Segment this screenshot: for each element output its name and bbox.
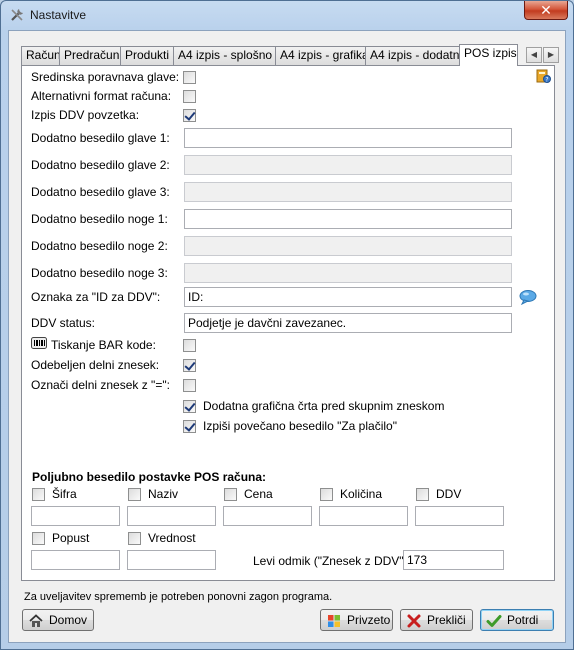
vat-summary-label: Izpis DDV povzetka: [31,108,140,122]
tab-racun[interactable]: Račun [21,46,61,65]
header3-input[interactable] [184,182,512,202]
footer1-input[interactable] [184,209,512,229]
title-bar[interactable]: Nastavitve ✕ [1,1,573,29]
field-sifra-checkbox[interactable] [32,488,45,501]
field-ddv-checkbox[interactable] [416,488,429,501]
footer3-label: Dodatno besedilo noge 3: [31,266,168,280]
bold-partial-checkbox[interactable] [183,359,196,372]
alt-format-checkbox[interactable] [183,90,196,103]
header3-label: Dodatno besedilo glave 3: [31,185,170,199]
vat-status-input[interactable]: Podjetje je davčni zavezanec. [184,313,512,333]
field-naziv-input[interactable] [127,506,216,526]
speech-bubble-icon[interactable] [519,289,537,305]
tab-pos-izpis[interactable]: POS izpis [459,44,518,66]
field-naziv-checkbox[interactable] [128,488,141,501]
footer2-label: Dodatno besedilo noge 2: [31,239,168,253]
footer1-label: Dodatno besedilo noge 1: [31,212,168,226]
field-cena-input[interactable] [223,506,312,526]
header2-label: Dodatno besedilo glave 2: [31,158,170,172]
bold-partial-label: Odebeljen delni znesek: [31,358,160,372]
field-sifra-input[interactable] [31,506,120,526]
graphic-line-checkbox[interactable] [183,400,196,413]
tab-strip: Račun Predračun Produkti A4 izpis - splo… [21,44,561,66]
defaults-button[interactable]: Privzeto [320,609,393,631]
field-popust-input[interactable] [31,550,120,570]
footer3-input[interactable] [184,263,512,283]
field-kolicina-label: Količina [340,487,383,501]
vat-id-label: Oznaka za "ID za DDV": [31,290,161,304]
restart-note: Za uveljavitev sprememb je potreben pono… [24,591,333,603]
tab-predracun[interactable]: Predračun [59,46,121,65]
field-cena-checkbox[interactable] [224,488,237,501]
cancel-button[interactable]: Prekliči [400,609,473,631]
field-vrednost-checkbox[interactable] [128,532,141,545]
close-button[interactable]: ✕ [524,1,568,20]
graphic-line-label: Dodatna grafična črta pred skupnim znesk… [203,399,445,413]
checkmark-icon [486,615,502,627]
svg-text:?: ? [545,77,548,84]
field-sifra-label: Šifra [52,487,77,501]
field-vrednost-label: Vrednost [148,531,196,545]
field-cena-label: Cena [244,487,273,501]
tab-a4-grafika[interactable]: A4 izpis - grafika [275,46,369,65]
enlarged-pay-label: Izpiši povečano besedilo "Za plačilo" [203,419,397,433]
tab-a4-splosno[interactable]: A4 izpis - splošno [173,46,276,65]
window-title: Nastavitve [30,8,87,22]
home-button[interactable]: Domov [22,609,94,631]
windows-logo-icon [328,615,340,627]
left-offset-label: Levi odmik ("Znesek z DDV"): [253,554,411,568]
tab-scroll-right-icon[interactable]: ▶ [543,47,559,63]
settings-window: Nastavitve ✕ Račun Predračun Produkti A4… [0,0,574,650]
help-book-icon[interactable]: ? [535,68,551,84]
center-header-checkbox[interactable] [183,71,196,84]
field-ddv-input[interactable] [415,506,504,526]
vat-summary-checkbox[interactable] [183,109,196,122]
field-popust-checkbox[interactable] [32,532,45,545]
field-kolicina-checkbox[interactable] [320,488,333,501]
home-icon [29,614,43,627]
enlarged-pay-checkbox[interactable] [183,420,196,433]
vat-status-label: DDV status: [31,316,96,330]
dialog-body: Račun Predračun Produkti A4 izpis - splo… [8,30,566,643]
field-kolicina-input[interactable] [319,506,408,526]
pos-settings-panel: ? Sredinska poravnava glave: Alternativn… [21,65,555,581]
mark-partial-checkbox[interactable] [183,379,196,392]
tools-icon [11,9,23,21]
left-offset-input[interactable]: 173 [403,550,504,570]
mark-partial-label: Označi delni znesek z "=": [31,378,170,392]
barcode-checkbox[interactable] [183,339,196,352]
field-naziv-label: Naziv [148,487,179,501]
header1-input[interactable] [184,128,512,148]
footer2-input[interactable] [184,236,512,256]
barcode-label: Tiskanje BAR kode: [51,338,156,352]
custom-section-title: Poljubno besedilo postavke POS računa: [32,470,267,484]
vat-id-input[interactable]: ID: [184,287,512,307]
cancel-x-icon [407,614,421,628]
tab-produkti[interactable]: Produkti [120,46,174,65]
alt-format-label: Alternativni format računa: [31,89,172,103]
field-ddv-label: DDV [436,487,462,501]
tab-scroll-left-icon[interactable]: ◀ [526,47,542,63]
header1-label: Dodatno besedilo glave 1: [31,131,170,145]
barcode-icon [31,337,47,349]
field-popust-label: Popust [52,531,90,545]
center-header-label: Sredinska poravnava glave: [31,70,180,84]
field-vrednost-input[interactable] [127,550,216,570]
header2-input[interactable] [184,155,512,175]
tab-a4-dodatno[interactable]: A4 izpis - dodatno [365,46,466,65]
confirm-button[interactable]: Potrdi [480,609,554,631]
